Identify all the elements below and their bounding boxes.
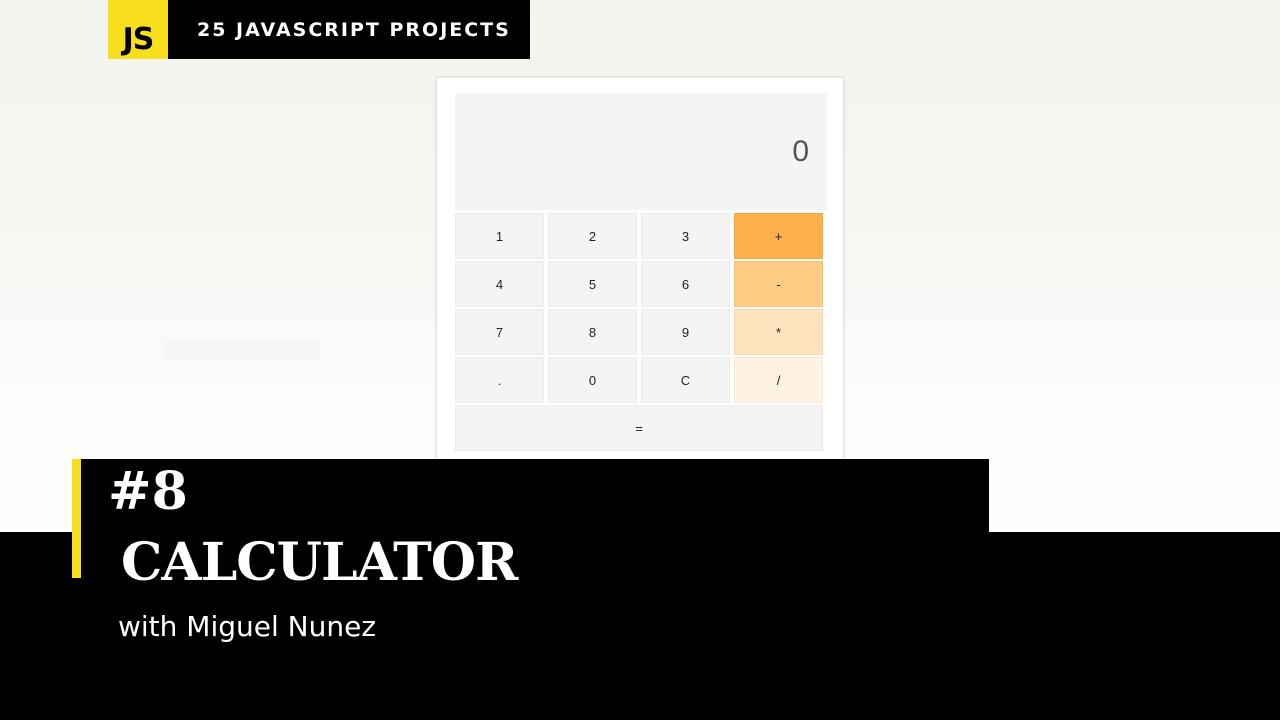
key-decimal[interactable]: . [455, 357, 544, 403]
js-logo-text: JS [122, 22, 155, 57]
key-0[interactable]: 0 [548, 357, 637, 403]
key-4[interactable]: 4 [455, 261, 544, 307]
calculator-display: 0 [455, 94, 827, 210]
key-6[interactable]: 6 [641, 261, 730, 307]
key-5[interactable]: 5 [548, 261, 637, 307]
key-plus[interactable]: + [734, 213, 823, 259]
key-equals[interactable]: = [455, 405, 823, 451]
key-divide[interactable]: / [734, 357, 823, 403]
author-byline: with Miguel Nunez [118, 610, 377, 643]
key-7[interactable]: 7 [455, 309, 544, 355]
key-multiply[interactable]: * [734, 309, 823, 355]
key-9[interactable]: 9 [641, 309, 730, 355]
js-logo: JS [108, 0, 168, 59]
title-banner-top [72, 459, 989, 532]
series-header: JS 25 JAVASCRIPT PROJECTS [108, 0, 530, 59]
project-title: CALCULATOR [121, 532, 518, 593]
series-title: 25 JAVASCRIPT PROJECTS [197, 18, 511, 41]
key-1[interactable]: 1 [455, 213, 544, 259]
calculator: 0 1 2 3 + 4 5 6 - 7 8 9 * . 0 C / = [436, 77, 844, 477]
display-value: 0 [792, 135, 809, 168]
key-clear[interactable]: C [641, 357, 730, 403]
key-2[interactable]: 2 [548, 213, 637, 259]
keypad: 1 2 3 + 4 5 6 - 7 8 9 * . 0 C / = [455, 213, 827, 451]
faint-background-element [163, 341, 321, 361]
accent-bar [72, 459, 81, 578]
episode-number: #8 [108, 461, 188, 522]
key-minus[interactable]: - [734, 261, 823, 307]
key-8[interactable]: 8 [548, 309, 637, 355]
key-3[interactable]: 3 [641, 213, 730, 259]
